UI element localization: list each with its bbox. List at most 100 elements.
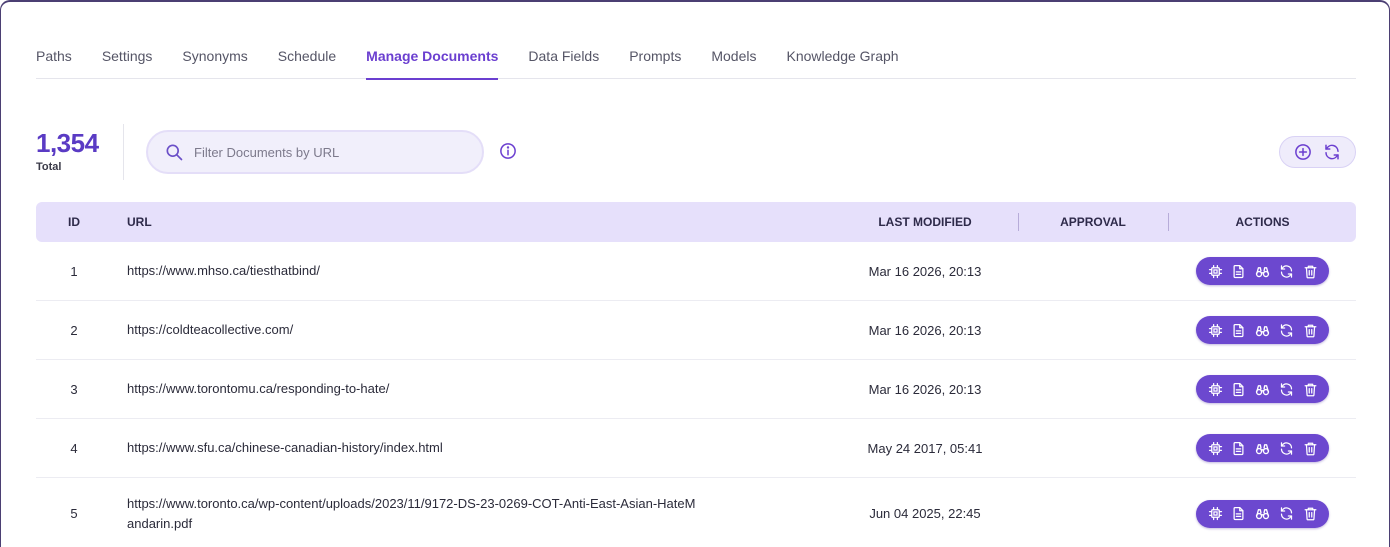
total-label: Total xyxy=(36,161,62,173)
delete-button[interactable] xyxy=(1302,381,1318,397)
add-circle-icon xyxy=(1294,144,1311,160)
row-action-group xyxy=(1196,316,1329,344)
row-url[interactable]: https://www.mhso.ca/tiesthatbind/ xyxy=(127,242,697,300)
refresh-row-button[interactable] xyxy=(1278,381,1294,397)
inspect-button[interactable] xyxy=(1255,440,1271,456)
refresh-icon xyxy=(1280,323,1292,337)
divider xyxy=(123,124,124,180)
refresh-button[interactable] xyxy=(1321,141,1343,163)
chip-icon xyxy=(1208,323,1222,337)
refresh-row-button[interactable] xyxy=(1278,506,1294,522)
header-actions: ACTIONS xyxy=(1235,215,1290,229)
add-document-button[interactable] xyxy=(1292,141,1314,163)
row-action-group xyxy=(1196,434,1329,462)
row-id: 1 xyxy=(70,263,78,279)
refresh-icon xyxy=(1325,144,1339,160)
table-header: ID URL LAST MODIFIED APPROVAL ACTIONS xyxy=(36,202,1356,242)
row-last-modified: May 24 2017, 05:41 xyxy=(867,440,983,456)
refresh-row-button[interactable] xyxy=(1278,322,1294,338)
row-id: 5 xyxy=(70,506,78,521)
tab-models[interactable]: Models xyxy=(711,40,756,79)
tab-prompts[interactable]: Prompts xyxy=(629,40,681,79)
refresh-icon xyxy=(1280,507,1292,520)
refresh-row-button[interactable] xyxy=(1278,263,1294,279)
process-button[interactable] xyxy=(1207,381,1223,397)
document-icon xyxy=(1233,441,1244,455)
search-icon xyxy=(166,144,183,161)
binoculars-icon xyxy=(1255,384,1270,395)
tab-synonyms[interactable]: Synonyms xyxy=(182,40,247,79)
tab-settings[interactable]: Settings xyxy=(102,40,153,79)
process-button[interactable] xyxy=(1207,506,1223,522)
row-url[interactable]: https://coldteacollective.com/ xyxy=(127,301,697,359)
chip-icon xyxy=(1208,382,1222,396)
binoculars-icon xyxy=(1255,266,1270,277)
trash-icon xyxy=(1304,383,1316,396)
inspect-button[interactable] xyxy=(1255,381,1271,397)
binoculars-icon xyxy=(1255,509,1270,520)
row-url[interactable]: https://www.toronto.ca/wp-content/upload… xyxy=(127,478,697,547)
view-document-button[interactable] xyxy=(1231,263,1247,279)
header-id[interactable]: ID xyxy=(36,202,112,242)
tab-manage-documents[interactable]: Manage Documents xyxy=(366,40,499,80)
row-last-modified: Mar 16 2026, 20:13 xyxy=(868,322,982,338)
chip-icon xyxy=(1208,441,1222,455)
table-row: 3 https://www.torontomu.ca/responding-to… xyxy=(36,360,1356,419)
binoculars-icon xyxy=(1255,443,1270,454)
row-actions xyxy=(1169,419,1356,477)
process-button[interactable] xyxy=(1207,263,1223,279)
delete-button[interactable] xyxy=(1302,440,1318,456)
view-document-button[interactable] xyxy=(1231,381,1247,397)
inspect-button[interactable] xyxy=(1255,263,1271,279)
table-row: 1 https://www.mhso.ca/tiesthatbind/ Mar … xyxy=(36,242,1356,301)
header-approval[interactable]: APPROVAL xyxy=(1019,202,1167,242)
process-button[interactable] xyxy=(1207,322,1223,338)
search-input[interactable] xyxy=(194,144,464,160)
delete-button[interactable] xyxy=(1302,263,1318,279)
trash-icon xyxy=(1304,324,1316,337)
process-button[interactable] xyxy=(1207,440,1223,456)
documents-table: ID URL LAST MODIFIED APPROVAL ACTIONS 1 … xyxy=(36,202,1356,547)
info-icon[interactable] xyxy=(499,142,517,160)
view-document-button[interactable] xyxy=(1231,322,1247,338)
trash-icon xyxy=(1304,507,1316,521)
tab-paths[interactable]: Paths xyxy=(36,40,72,79)
table-row: 5 https://www.toronto.ca/wp-content/uplo… xyxy=(36,478,1356,547)
table-row: 2 https://coldteacollective.com/ Mar 16 … xyxy=(36,301,1356,360)
view-document-button[interactable] xyxy=(1231,440,1247,456)
table-row: 4 https://www.sfu.ca/chinese-canadian-hi… xyxy=(36,419,1356,478)
tab-schedule[interactable]: Schedule xyxy=(278,40,336,79)
refresh-icon xyxy=(1280,382,1292,396)
view-document-button[interactable] xyxy=(1231,506,1247,522)
delete-button[interactable] xyxy=(1302,322,1318,338)
tab-bar: Paths Settings Synonyms Schedule Manage … xyxy=(36,40,1356,80)
row-actions xyxy=(1169,242,1356,300)
row-action-group xyxy=(1196,499,1329,528)
binoculars-icon xyxy=(1255,325,1270,336)
header-last-modified[interactable]: LAST MODIFIED xyxy=(836,202,1014,242)
inspect-button[interactable] xyxy=(1255,322,1271,338)
tab-knowledge-graph[interactable]: Knowledge Graph xyxy=(786,40,898,79)
row-url[interactable]: https://www.torontomu.ca/responding-to-h… xyxy=(127,360,697,418)
row-last-modified: Mar 16 2026, 20:13 xyxy=(868,381,982,397)
table-body: 1 https://www.mhso.ca/tiesthatbind/ Mar … xyxy=(36,242,1356,547)
total-stat: 1,354 Total xyxy=(36,127,99,173)
row-actions xyxy=(1169,360,1356,418)
row-action-group xyxy=(1196,375,1329,403)
row-url[interactable]: https://www.sfu.ca/chinese-canadian-hist… xyxy=(127,419,697,477)
row-id: 2 xyxy=(70,322,78,338)
delete-button[interactable] xyxy=(1302,506,1318,522)
refresh-icon xyxy=(1280,441,1292,455)
document-icon xyxy=(1233,323,1244,337)
search-box[interactable] xyxy=(146,130,484,174)
header-url[interactable]: URL xyxy=(127,202,152,242)
chip-icon xyxy=(1208,506,1222,521)
inspect-button[interactable] xyxy=(1255,506,1271,522)
document-icon xyxy=(1233,506,1244,521)
trash-icon xyxy=(1304,265,1316,278)
trash-icon xyxy=(1304,442,1316,455)
refresh-row-button[interactable] xyxy=(1278,440,1294,456)
tab-data-fields[interactable]: Data Fields xyxy=(528,40,599,79)
row-last-modified: Jun 04 2025, 22:45 xyxy=(869,506,981,521)
row-id: 3 xyxy=(70,381,78,397)
